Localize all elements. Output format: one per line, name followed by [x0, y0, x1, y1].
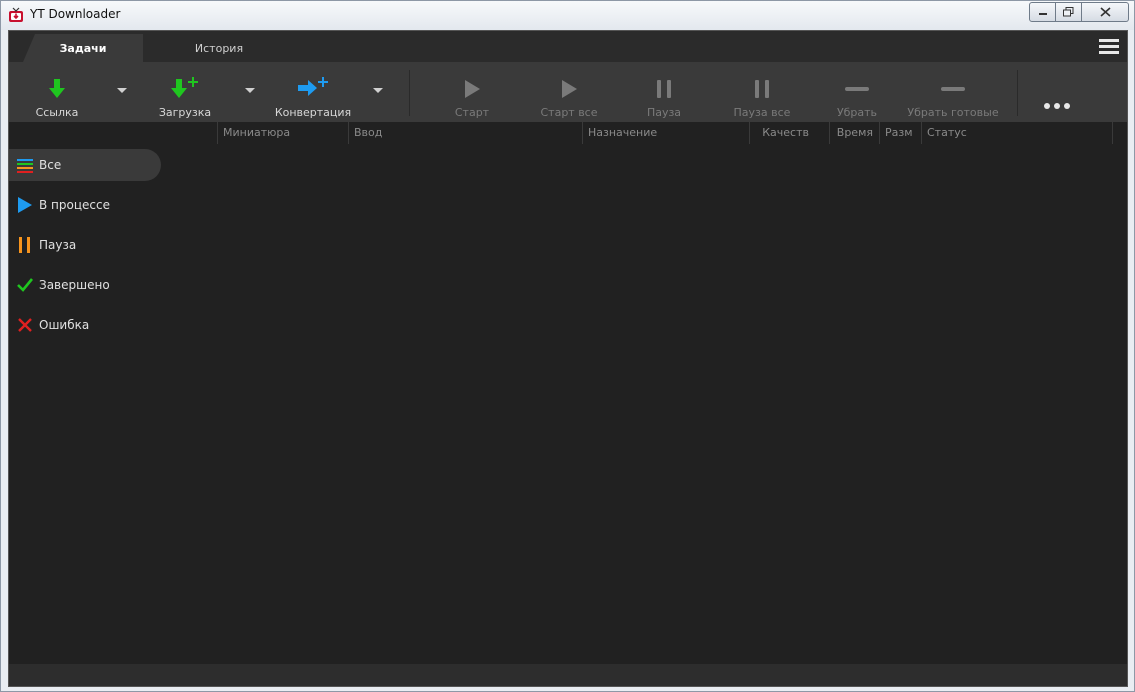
app-window: YT Downloader Задачи История Ссылка Загр… — [0, 0, 1135, 692]
column-input[interactable]: Ввод — [348, 122, 582, 144]
filter-sidebar: Все В процессе Пауза Завершено Ошибка — [9, 149, 161, 349]
download-label: Загрузка — [158, 106, 212, 119]
toolbar-divider — [409, 70, 410, 116]
download-button[interactable]: Загрузка — [155, 62, 215, 122]
more-button[interactable] — [1037, 62, 1077, 122]
convert-button[interactable]: Конвертация — [275, 62, 351, 122]
remove-label: Убрать — [836, 106, 878, 119]
minimize-icon — [1038, 13, 1047, 15]
sidebar-item-all[interactable]: Все — [9, 149, 161, 181]
play-all-icon — [562, 80, 577, 98]
remove-done-button[interactable]: Убрать готовые — [907, 62, 999, 122]
sidebar-item-label: В процессе — [39, 198, 110, 212]
start-all-button[interactable]: Старт все — [537, 62, 601, 122]
sidebar-item-label: Пауза — [39, 238, 77, 252]
list-icon — [17, 159, 33, 173]
minus-icon — [845, 87, 869, 91]
start-label: Старт — [454, 106, 490, 119]
tab-tasks[interactable]: Задачи — [23, 34, 143, 62]
minus-done-icon — [941, 87, 965, 91]
column-thumbnail[interactable]: Миниатюра — [217, 122, 348, 144]
pause-all-button[interactable]: Пауза все — [727, 62, 797, 122]
download-dropdown-caret-icon[interactable] — [245, 88, 255, 93]
convert-dropdown-caret-icon[interactable] — [373, 88, 383, 93]
pause-icon — [657, 80, 671, 98]
hamburger-menu-icon[interactable] — [1099, 39, 1119, 55]
start-all-label: Старт все — [540, 106, 598, 119]
tab-bar: Задачи История — [9, 31, 1127, 62]
window-title: YT Downloader — [30, 7, 121, 21]
sidebar-item-error[interactable]: Ошибка — [9, 309, 161, 341]
column-destination[interactable]: Назначение — [582, 122, 749, 144]
sidebar-item-label: Все — [39, 158, 62, 172]
restore-icon — [1063, 7, 1074, 17]
restore-button[interactable] — [1056, 2, 1082, 22]
link-label: Ссылка — [35, 106, 79, 119]
app-logo-icon — [9, 7, 23, 22]
pause-button[interactable]: Пауза — [639, 62, 689, 122]
column-status[interactable]: Статус — [921, 122, 1113, 144]
convert-arrow-plus-icon — [298, 77, 328, 96]
sidebar-item-in-progress[interactable]: В процессе — [9, 189, 161, 221]
toolbar: Ссылка Загрузка Конвертация Старт Старт … — [9, 62, 1127, 122]
pause-all-icon — [755, 80, 769, 98]
minimize-button[interactable] — [1029, 2, 1056, 22]
sidebar-item-paused[interactable]: Пауза — [9, 229, 161, 261]
play-icon — [18, 197, 32, 213]
close-icon — [1099, 7, 1111, 17]
more-dots-icon — [1044, 103, 1070, 109]
status-bar — [9, 664, 1127, 686]
link-button[interactable]: Ссылка — [29, 62, 85, 122]
green-download-arrow-icon — [49, 79, 65, 98]
tab-history[interactable]: История — [159, 34, 279, 62]
close-button[interactable] — [1082, 2, 1129, 22]
remove-button[interactable]: Убрать — [831, 62, 883, 122]
pause-all-label: Пауза все — [733, 106, 791, 119]
column-size[interactable]: Разм — [879, 122, 921, 144]
toolbar-divider — [1017, 70, 1018, 116]
remove-done-label: Убрать готовые — [907, 106, 999, 119]
main-area: Задачи История Ссылка Загрузка Конвертац… — [8, 30, 1128, 687]
column-header-row: Миниатюра Ввод Назначение Качеств Время … — [9, 122, 1127, 144]
pause-label: Пауза — [646, 106, 682, 119]
start-button[interactable]: Старт — [447, 62, 497, 122]
convert-label: Конвертация — [274, 106, 352, 119]
link-dropdown-caret-icon[interactable] — [117, 88, 127, 93]
sidebar-item-label: Завершено — [39, 278, 110, 292]
column-quality[interactable]: Качеств — [749, 122, 829, 144]
column-time[interactable]: Время — [829, 122, 879, 144]
download-plus-icon — [171, 77, 198, 98]
sidebar-item-label: Ошибка — [39, 318, 90, 332]
pause-icon — [19, 237, 30, 253]
play-icon — [465, 80, 480, 98]
title-bar[interactable]: YT Downloader — [1, 1, 1134, 30]
check-icon — [17, 278, 33, 292]
error-x-icon — [18, 318, 32, 332]
sidebar-item-completed[interactable]: Завершено — [9, 269, 161, 301]
